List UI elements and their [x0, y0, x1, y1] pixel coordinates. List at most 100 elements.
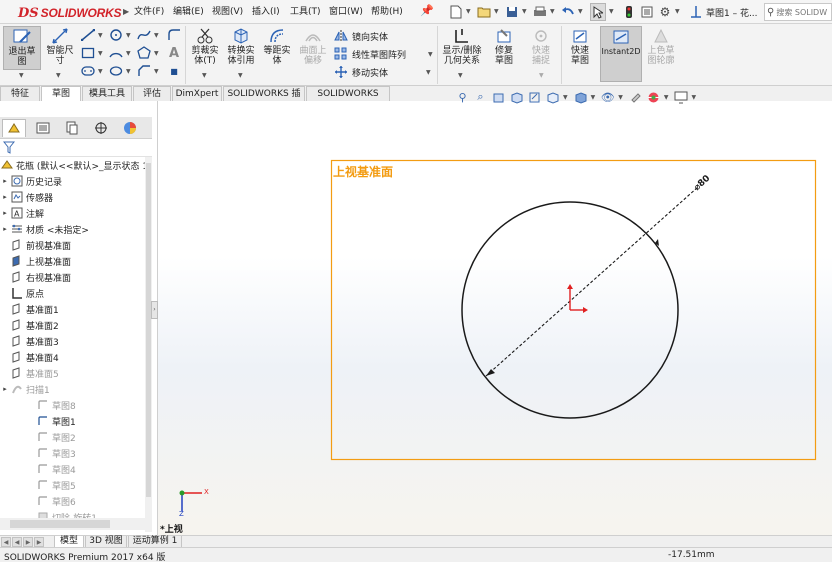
edit-appearance-icon[interactable] — [628, 90, 643, 105]
tree-expand-arrow-icon[interactable]: ▸ — [0, 177, 10, 185]
arc-tool-icon[interactable] — [108, 46, 124, 60]
display-style-icon[interactable] — [573, 90, 588, 105]
line-dropdown-icon[interactable]: ▼ — [98, 32, 103, 39]
trim-dropdown-icon[interactable]: ▼ — [202, 72, 207, 79]
section-view-icon[interactable] — [509, 90, 524, 105]
rectangle-tool-icon[interactable] — [80, 46, 96, 60]
tab-nav-prev-icon[interactable]: ◀ — [12, 537, 22, 547]
graphics-area[interactable]: 上视基准面 ⌀80 X Z *上视 — [158, 101, 832, 546]
tree-item[interactable]: ▸ A 注解 — [0, 205, 44, 221]
open-dropdown-icon[interactable]: ▼ — [494, 8, 499, 15]
horizontal-scroll-thumb[interactable] — [10, 520, 110, 528]
rebuild-traffic-light-icon[interactable] — [621, 3, 637, 21]
menu-help[interactable]: 帮助(H) — [371, 5, 403, 19]
apply-scene-dropdown-icon[interactable]: ▼ — [664, 94, 669, 101]
tree-item[interactable]: ▸ 历史记录 — [0, 173, 62, 189]
solidworks-logo[interactable]: DS SOLIDWORKS — [18, 5, 122, 21]
sketch-fillet-tool-icon[interactable] — [166, 28, 182, 42]
tree-item[interactable]: ▸ 材质 <未指定> — [0, 221, 89, 237]
relations-dropdown-icon[interactable]: ▼ — [458, 72, 463, 79]
previous-view-icon[interactable] — [491, 90, 506, 105]
print-icon[interactable] — [532, 3, 548, 21]
rapid-sketch-button[interactable]: 快速草图 — [563, 26, 597, 70]
view-orientation-dropdown-icon[interactable]: ▼ — [563, 94, 568, 101]
polygon-dropdown-icon[interactable]: ▼ — [154, 50, 159, 57]
polygon-tool-icon[interactable] — [136, 46, 152, 60]
featuremanager-tab-icon[interactable] — [2, 119, 26, 137]
exit-sketch-dropdown-icon[interactable]: ▼ — [19, 72, 24, 79]
tree-item[interactable]: ▸ 扫描1 — [0, 381, 50, 397]
menu-tools[interactable]: 工具(T) — [290, 5, 321, 19]
tab-mold-tools[interactable]: 模具工具 — [82, 86, 132, 101]
filter-funnel-icon[interactable] — [2, 141, 16, 157]
instant2d-button[interactable]: Instant2D — [600, 26, 642, 82]
line-tool-icon[interactable] — [80, 28, 96, 42]
undo-icon[interactable] — [560, 3, 576, 21]
file-properties-icon[interactable] — [639, 3, 655, 21]
tree-expand-arrow-icon[interactable]: ▸ — [0, 193, 10, 201]
tree-item[interactable]: 草图6 — [0, 493, 76, 509]
options-gear-icon[interactable]: ⚙ — [657, 3, 673, 21]
circle-dropdown-icon[interactable]: ▼ — [126, 32, 131, 39]
tab-evaluate[interactable]: 评估 — [133, 86, 171, 101]
tree-expand-arrow-icon[interactable]: ▸ — [0, 209, 10, 217]
tree-item[interactable]: ▸ 传感器 — [0, 189, 53, 205]
linear-pattern-dropdown-icon[interactable]: ▼ — [428, 51, 433, 58]
convert-dropdown-icon[interactable]: ▼ — [238, 72, 243, 79]
dynamic-annotation-icon[interactable] — [527, 90, 542, 105]
trim-entities-button[interactable]: 剪裁实体(T) — [188, 26, 222, 70]
tree-item[interactable]: 草图5 — [0, 477, 76, 493]
tab-dimxpert[interactable]: DimXpert — [172, 86, 222, 101]
menu-view[interactable]: 视图(V) — [212, 5, 243, 19]
view-settings-icon[interactable] — [674, 90, 689, 105]
new-dropdown-icon[interactable]: ▼ — [466, 8, 471, 15]
smart-dimension-button[interactable]: 智能尺寸 — [43, 26, 77, 70]
linear-sketch-pattern-button[interactable]: 线性草图阵列 ▼ — [334, 46, 433, 62]
repair-sketch-button[interactable]: 修复草图 — [487, 26, 521, 70]
exit-sketch-button[interactable]: 退出草图 — [3, 26, 41, 70]
hide-show-dropdown-icon[interactable]: ▼ — [618, 94, 623, 101]
tree-item[interactable]: 草图1 — [0, 413, 76, 429]
sketch-canvas[interactable] — [158, 101, 832, 546]
offset-entities-button[interactable]: 等距实体 — [260, 26, 294, 70]
tree-item[interactable]: 草图3 — [0, 445, 76, 461]
text-tool-icon[interactable]: A — [166, 46, 182, 61]
menu-window[interactable]: 窗口(W) — [329, 5, 363, 19]
tree-item[interactable]: 上视基准面 — [0, 253, 71, 269]
tree-item[interactable]: 基准面2 — [0, 317, 59, 333]
tree-vertical-scrollbar[interactable] — [145, 157, 152, 532]
display-style-dropdown-icon[interactable]: ▼ — [591, 94, 596, 101]
zoom-to-fit-icon[interactable]: ⚲ — [455, 90, 470, 105]
tab-solidworks-mbd[interactable]: SOLIDWORKS MBD — [306, 86, 390, 113]
search-box[interactable]: ⚲ — [764, 3, 832, 21]
pin-menu-icon[interactable]: 📌 — [420, 4, 434, 17]
panel-collapse-handle[interactable]: › — [151, 301, 158, 319]
zoom-to-area-icon[interactable]: ⌕ — [473, 90, 488, 105]
chamfer-tool-icon[interactable] — [136, 64, 152, 78]
slot-tool-icon[interactable] — [80, 64, 96, 78]
configurationmanager-tab-icon[interactable] — [60, 119, 84, 137]
search-input[interactable] — [776, 7, 831, 17]
convert-entities-button[interactable]: 转换实体引用 — [224, 26, 258, 70]
tree-item[interactable]: 草图2 — [0, 429, 76, 445]
tab-nav-first-icon[interactable]: ◀ — [1, 537, 11, 547]
tree-horizontal-scrollbar[interactable] — [0, 518, 145, 530]
view-orientation-icon[interactable] — [545, 90, 560, 105]
apply-scene-icon[interactable] — [646, 90, 661, 105]
tree-item[interactable]: 草图4 — [0, 461, 76, 477]
menu-edit[interactable]: 编辑(E) — [173, 5, 204, 19]
options-dropdown-icon[interactable]: ▼ — [675, 8, 680, 15]
slot-dropdown-icon[interactable]: ▼ — [98, 68, 103, 75]
tree-item[interactable]: 草图8 — [0, 397, 76, 413]
print-dropdown-icon[interactable]: ▼ — [550, 8, 555, 15]
displaymanager-tab-icon[interactable] — [118, 119, 142, 137]
tab-nav-last-icon[interactable]: ▶ — [34, 537, 44, 547]
tree-item[interactable]: 基准面4 — [0, 349, 59, 365]
propertymanager-tab-icon[interactable] — [31, 119, 55, 137]
move-dropdown-icon[interactable]: ▼ — [426, 69, 431, 76]
spline-dropdown-icon[interactable]: ▼ — [154, 32, 159, 39]
tree-item[interactable]: 基准面5 — [0, 365, 59, 381]
tab-sketch[interactable]: 草图 — [41, 86, 81, 101]
ellipse-dropdown-icon[interactable]: ▼ — [126, 68, 131, 75]
open-document-icon[interactable] — [476, 3, 492, 21]
